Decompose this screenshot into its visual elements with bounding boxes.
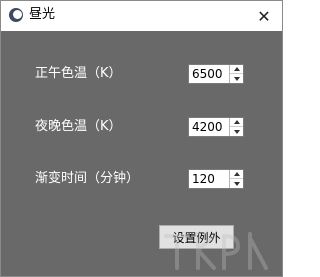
- close-icon: ✕: [257, 6, 271, 26]
- spin-up-icon: [233, 172, 240, 176]
- day-temp-label: 正午色温（K）: [35, 66, 122, 81]
- transition-time-label: 渐变时间（分钟）: [35, 171, 140, 186]
- day-temp-increment-button[interactable]: [230, 65, 243, 74]
- transition-time-spinner: [188, 169, 244, 189]
- spin-down-icon: [233, 129, 240, 134]
- day-temp-decrement-button[interactable]: [230, 74, 243, 83]
- night-temp-increment-button[interactable]: [230, 118, 243, 127]
- day-temp-spin-buttons: [229, 65, 243, 83]
- night-temp-spinner: [188, 117, 244, 137]
- title-bar: 昼光 ✕: [1, 1, 282, 31]
- watermark-logo: [164, 232, 268, 270]
- transition-time-spin-buttons: [229, 170, 243, 188]
- night-temp-decrement-button[interactable]: [230, 127, 243, 136]
- day-temp-spinner: [188, 64, 244, 84]
- spin-down-icon: [233, 181, 240, 186]
- spin-down-icon: [233, 76, 240, 81]
- app-window: 昼光 ✕ 正午色温（K） 夜晚色温（K） 渐变时间（分钟） 设置例外: [0, 0, 283, 277]
- day-temp-input[interactable]: [189, 65, 229, 83]
- window-title: 昼光: [29, 7, 56, 22]
- transition-time-increment-button[interactable]: [230, 170, 243, 179]
- spin-up-icon: [233, 120, 240, 124]
- night-temp-spin-buttons: [229, 118, 243, 136]
- app-icon: [9, 8, 23, 22]
- transition-time-decrement-button[interactable]: [230, 179, 243, 188]
- transition-time-input[interactable]: [189, 170, 229, 188]
- night-temp-label: 夜晚色温（K）: [35, 119, 122, 134]
- spin-up-icon: [233, 67, 240, 71]
- night-temp-input[interactable]: [189, 118, 229, 136]
- close-button[interactable]: ✕: [246, 1, 282, 31]
